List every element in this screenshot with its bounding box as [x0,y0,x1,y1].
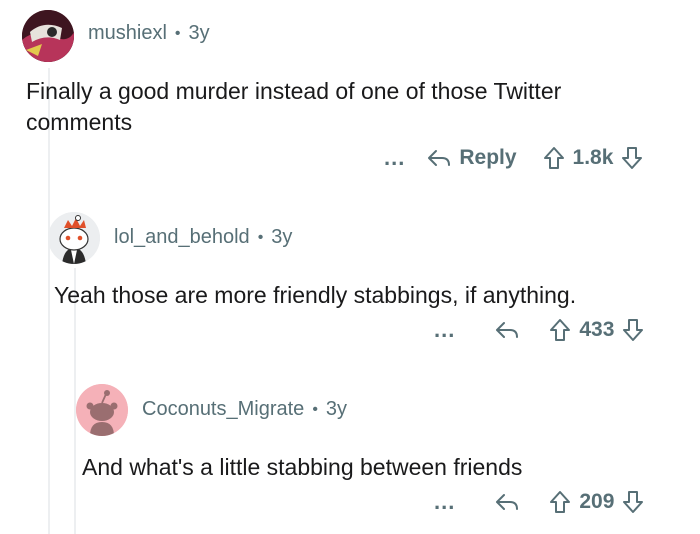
comment-text: Yeah those are more friendly stabbings, … [54,282,577,308]
avatar[interactable] [22,10,74,62]
username[interactable]: Coconuts_Migrate [142,398,304,421]
reply-arrow-icon [496,494,519,510]
reply-button[interactable]: Reply [427,146,517,170]
more-options-icon[interactable]: ... [384,147,405,169]
more-options-icon[interactable]: ... [434,319,455,341]
username[interactable]: lol_and_behold [114,226,250,249]
upvote-arrow-icon [550,319,571,341]
upvote-button[interactable] [543,146,565,170]
vote-count: 433 [579,318,615,341]
meta-separator: • [312,400,318,418]
more-options-icon[interactable]: ... [434,491,455,513]
comment-text: And what's a little stabbing between fri… [82,454,523,480]
avatar[interactable] [48,212,100,264]
username[interactable]: mushiexl [88,22,167,45]
meta-separator: • [174,24,181,42]
avatar-image [76,384,128,436]
reply-button[interactable] [495,492,519,512]
upvote-arrow-icon [543,147,564,169]
downvote-button[interactable] [622,490,644,514]
reply-arrow-icon [496,322,519,338]
upvote-arrow-icon [550,491,571,513]
downvote-button[interactable] [621,146,643,170]
comment-text: Finally a good murder instead of one of … [26,78,562,135]
avatar[interactable] [76,384,128,436]
avatar-image [48,212,100,264]
vote-count: 209 [579,490,615,513]
avatar-image [22,10,74,62]
reply-button[interactable] [495,320,519,340]
downvote-arrow-icon [622,147,643,169]
meta-separator: • [257,228,264,246]
vote-count: 1.8k [572,146,614,169]
comment-age: 3y [325,398,348,420]
reply-arrow-icon [428,150,451,166]
downvote-button[interactable] [622,318,644,342]
upvote-button[interactable] [549,490,571,514]
downvote-arrow-icon [623,319,644,341]
downvote-arrow-icon [623,491,644,513]
comment-age: 3y [188,22,210,44]
upvote-button[interactable] [549,318,571,342]
comment-age: 3y [271,226,293,248]
reply-label: Reply [459,146,517,169]
